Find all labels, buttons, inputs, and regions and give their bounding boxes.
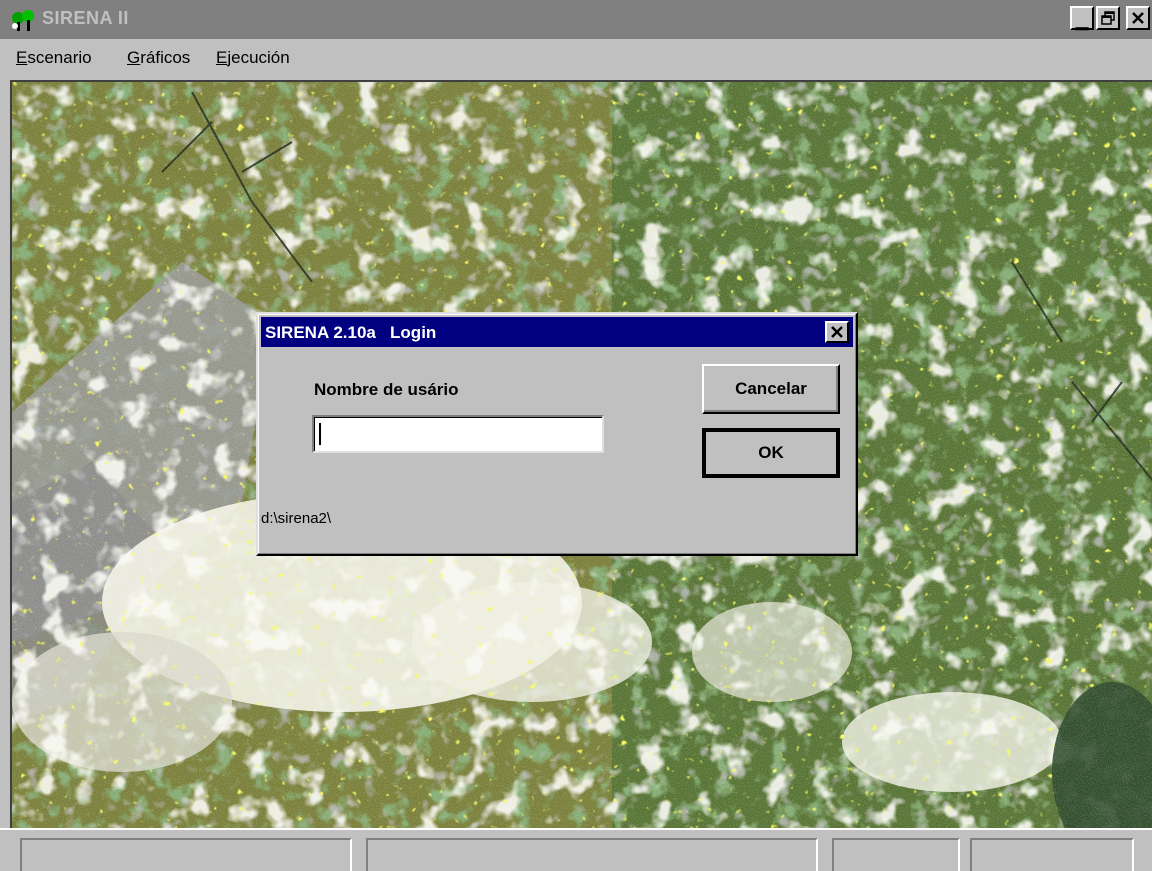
username-input[interactable] [312, 415, 604, 453]
close-icon [1132, 12, 1144, 24]
dialog-titlebar[interactable]: SIRENA 2.10a Login [261, 317, 853, 347]
menu-ejecucion-label: jecución [227, 48, 290, 67]
trees-icon[interactable] [10, 8, 36, 32]
menu-bar: Escenario Gráficos Ejecución [0, 39, 1152, 77]
menu-escenario-label: scenario [27, 48, 92, 67]
status-pane-3 [832, 838, 960, 871]
login-dialog: SIRENA 2.10a Login Nombre de usário Canc… [256, 312, 858, 556]
window-titlebar[interactable]: SIRENA II ▁ [0, 0, 1152, 39]
minimize-icon: ▁ [1075, 13, 1089, 30]
restore-button[interactable] [1096, 6, 1120, 30]
close-button[interactable] [1126, 6, 1150, 30]
menu-graficos[interactable]: Gráficos [127, 48, 190, 68]
window-title: SIRENA II [42, 8, 129, 28]
minimize-button[interactable]: ▁ [1070, 6, 1094, 30]
username-label: Nombre de usário [314, 380, 459, 399]
ok-button-label: OK [758, 443, 784, 462]
status-pane-4 [970, 838, 1134, 871]
restore-icon [1101, 11, 1115, 25]
menu-ejecucion[interactable]: Ejecución [216, 48, 290, 68]
ok-button[interactable]: OK [702, 428, 840, 478]
dialog-title: SIRENA 2.10a Login [265, 323, 437, 342]
close-icon [831, 326, 843, 338]
menu-escenario-accel: E [16, 48, 28, 67]
cancel-button[interactable]: Cancelar [702, 364, 840, 414]
menu-graficos-accel: G [127, 48, 141, 67]
menu-escenario[interactable]: Escenario [16, 48, 92, 68]
cancel-button-label: Cancelar [735, 379, 807, 398]
dialog-close-button[interactable] [825, 321, 849, 343]
status-bar [0, 828, 1152, 871]
status-pane-1 [20, 838, 352, 871]
status-pane-2 [366, 838, 818, 871]
menu-graficos-label: ráficos [140, 48, 191, 67]
menu-ejecucion-accel: E [216, 48, 228, 67]
working-directory-path: d:\sirena2\ [261, 510, 332, 527]
text-caret [319, 423, 321, 445]
